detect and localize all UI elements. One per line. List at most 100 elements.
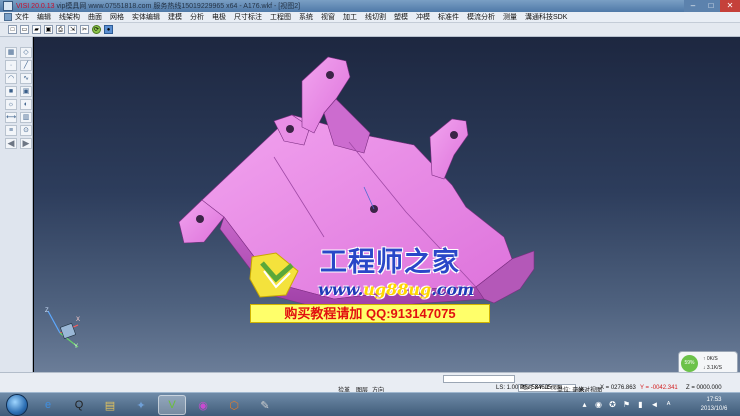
palette-next-icon[interactable]: ▶ — [20, 138, 32, 149]
refresh-icon[interactable]: ⟳ — [92, 25, 101, 34]
main-toolbar: □ ▭ ▰ ▣ ⎙ ⇲ ✂ ⟳ ● — [0, 23, 740, 37]
open-file-icon[interactable]: ▭ — [20, 25, 29, 34]
close-button[interactable]: ✕ — [720, 0, 740, 12]
vnc-icon[interactable]: ◉ — [189, 395, 217, 415]
menu-item[interactable]: 系统 — [299, 12, 313, 22]
mount-hole — [196, 215, 204, 223]
mount-hole — [326, 71, 334, 79]
tool-palette: ▦ ◇ · ╱ ◠ ∿ ■ ▣ ☼ ◐ ⟷ ▥ ≡ ⊙ ◀ ▶ — [0, 37, 33, 382]
menu-item[interactable]: 线架构 — [59, 12, 80, 22]
menu-bar: 文件 编辑 线架构 曲面 网格 实体编辑 建模 分析 电极 尺寸标注 工程图 系统 视窗 加工 线切割 塑模冲… — [0, 12, 740, 23]
menu-item[interactable]: 溝通科技SDK — [525, 12, 567, 22]
menu-item[interactable]: 分析 — [190, 12, 204, 22]
network-down-rate: ↓ 3.1K/S — [703, 365, 722, 371]
material-icon[interactable]: ◐ — [20, 99, 32, 110]
qq-icon[interactable]: Q — [65, 395, 93, 415]
tray-expand-icon[interactable]: ▴ — [580, 400, 589, 409]
menu-item[interactable]: 电极 — [212, 12, 226, 22]
status-bar: 捡革 图层 方向 绝对 XY 上视图 LS: 1.00 PS: 584605 绝… — [0, 372, 740, 394]
menu-item[interactable]: 实体编辑 — [132, 12, 160, 22]
layer-icon[interactable]: ≡ — [5, 125, 17, 136]
bracket-part-model — [178, 56, 535, 313]
menu-item[interactable]: 工程图 — [270, 12, 291, 22]
window-title-rest: vip模具网 www.07551818.com 服务热线15019229965 … — [54, 3, 301, 10]
cut-icon[interactable]: ✂ — [80, 25, 89, 34]
tool-icon[interactable]: ✎ — [251, 395, 279, 415]
status-x-coord: X = 0276.863 — [600, 385, 636, 391]
light-icon[interactable]: ☼ — [5, 99, 17, 110]
watermark-contact: 购买教程请加 QQ:913147075 — [250, 304, 490, 323]
menu-item[interactable]: 建模 — [168, 12, 182, 22]
watermark-logo — [249, 252, 299, 298]
tray-qq-icon[interactable]: ✪ — [608, 400, 617, 409]
menu-item[interactable]: 加工 — [343, 12, 357, 22]
network-down-value: 3.1K/S — [706, 365, 722, 371]
tray-app-icon[interactable]: ◉ — [594, 400, 603, 409]
print-icon[interactable]: ⎙ — [56, 25, 65, 34]
watermark-url: www.ug88ug.com — [318, 280, 474, 299]
explorer-icon[interactable]: ▤ — [96, 395, 124, 415]
watermark-url-highlight: ug88ug — [363, 280, 432, 299]
axis-y-label: Y — [74, 344, 78, 349]
export-icon[interactable]: ⇲ — [68, 25, 77, 34]
layer-select[interactable] — [443, 375, 515, 383]
network-up-rate: ↑ 0K/S — [703, 356, 718, 362]
solid-icon[interactable]: ▣ — [20, 86, 32, 97]
tray-network-icon[interactable]: ▮ — [636, 400, 645, 409]
cube-icon[interactable]: ■ — [5, 86, 17, 97]
maximize-button[interactable]: □ — [702, 0, 720, 12]
360-icon[interactable]: ⬡ — [220, 395, 248, 415]
tray-ime-icon[interactable]: ᴬ — [664, 400, 673, 409]
axis-z-label: Z — [45, 308, 49, 314]
app-icon[interactable] — [3, 1, 13, 11]
axis-gizmo: Z X Y — [45, 308, 80, 349]
start-button[interactable] — [6, 394, 28, 416]
menu-item[interactable]: 尺寸标注 — [234, 12, 262, 22]
status-z-coord: Z = 0000.000 — [686, 385, 722, 391]
network-up-value: 0K/S — [706, 356, 718, 362]
menu-item[interactable]: 模流分析 — [467, 12, 495, 22]
window-title: VISI 20.0.13 vip模具网 www.07551818.com 服务热… — [16, 1, 300, 11]
visi-icon[interactable]: V — [158, 395, 186, 415]
menu-item[interactable]: 文件 — [15, 12, 29, 22]
wireframe-icon[interactable]: ▦ — [5, 47, 17, 58]
app-icon[interactable]: ✦ — [127, 395, 155, 415]
title-bar: VISI 20.0.13 vip模具网 www.07551818.com 服务热… — [0, 0, 740, 12]
folder-icon[interactable]: ▰ — [32, 25, 41, 34]
windows-taskbar: ▴ ◉ ✪ ⚑ ▮ ◄ ᴬ 17:53 2013/10/6 e Q ▤ ✦ V ◉ ⬡ ✎ — [0, 392, 740, 416]
mount-hole — [286, 125, 294, 133]
menu-item[interactable]: 冲模 — [416, 12, 430, 22]
clock-date: 2013/10/6 — [700, 406, 728, 412]
surface-icon[interactable]: ◇ — [20, 47, 32, 58]
menu-item[interactable]: 网格 — [110, 12, 124, 22]
axis-x-label: X — [76, 317, 80, 323]
menu-item[interactable]: 视窗 — [321, 12, 335, 22]
palette-prev-icon[interactable]: ◀ — [5, 138, 17, 149]
tray-flag-icon[interactable]: ⚑ — [622, 400, 631, 409]
menu-item[interactable]: 塑模 — [394, 12, 408, 22]
section-icon[interactable]: ▥ — [20, 112, 32, 123]
curve-icon[interactable]: ∿ — [20, 73, 32, 84]
arc-icon[interactable]: ◠ — [5, 73, 17, 84]
new-file-icon[interactable]: □ — [8, 25, 17, 34]
render-icon[interactable]: ● — [104, 25, 113, 34]
view-icon[interactable]: ⊙ — [20, 125, 32, 136]
menu-item[interactable]: 编辑 — [37, 12, 51, 22]
menu-item[interactable]: 测量 — [503, 12, 517, 22]
clock-time: 17:53 — [706, 397, 722, 403]
menu-item[interactable]: 标准件 — [438, 12, 459, 22]
save-icon[interactable]: ▣ — [44, 25, 53, 34]
watermark-url-prefix: www. — [318, 280, 364, 299]
status-y-coord: Y = -0042.341 — [640, 385, 678, 391]
ie-icon[interactable]: e — [34, 395, 62, 415]
point-icon[interactable]: · — [5, 60, 17, 71]
3d-viewport[interactable]: 工程师之家 www.ug88ug.com 购买教程请加 QQ:913147075… — [34, 37, 740, 382]
tray-volume-icon[interactable]: ◄ — [650, 400, 659, 409]
menu-item[interactable]: 曲面 — [88, 12, 102, 22]
document-menu-icon[interactable] — [4, 13, 12, 21]
line-icon[interactable]: ╱ — [20, 60, 32, 71]
taskbar-clock[interactable]: 17:53 2013/10/6 — [694, 396, 734, 414]
menu-item[interactable]: 线切割 — [365, 12, 386, 22]
minimize-button[interactable]: – — [684, 0, 702, 12]
measure-icon[interactable]: ⟷ — [5, 112, 17, 123]
